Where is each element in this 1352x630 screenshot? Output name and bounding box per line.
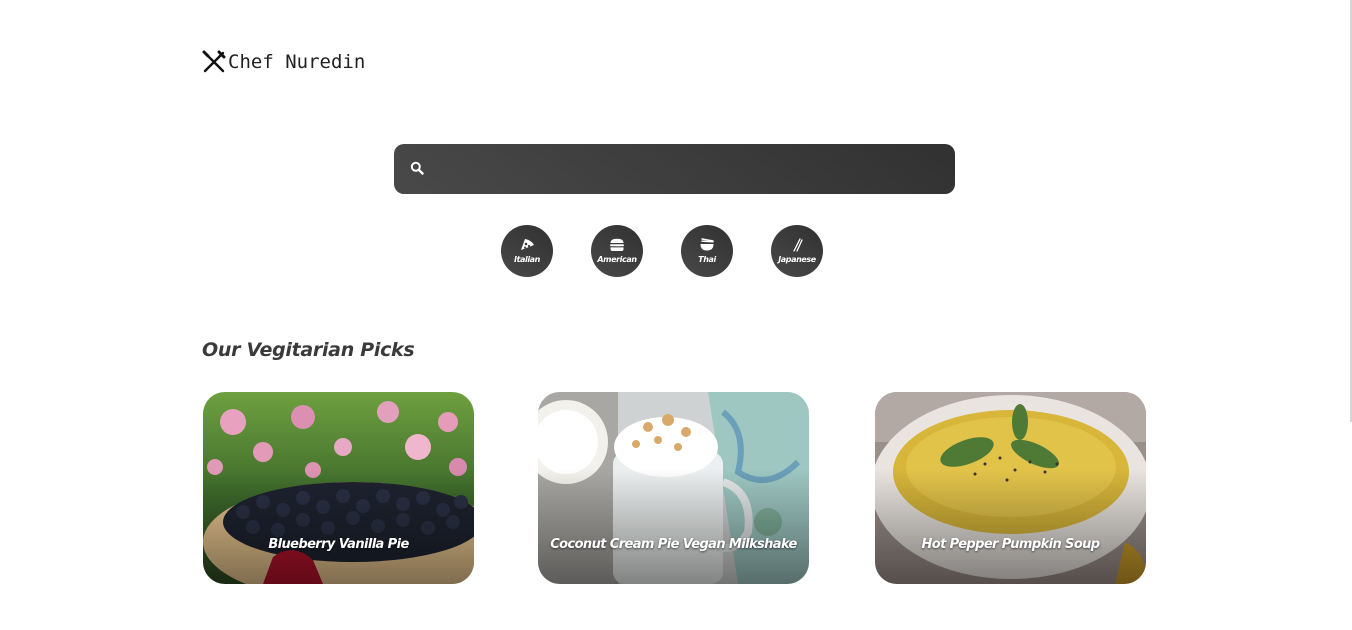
card-overlay: [538, 392, 809, 584]
brand-name: Chef Nuredin: [228, 51, 366, 73]
cuisine-list: Italian American Thai Japanese: [501, 225, 823, 277]
card-overlay: [875, 392, 1146, 584]
brand-logo[interactable]: Chef Nuredin: [202, 50, 365, 74]
cuisine-american[interactable]: American: [591, 225, 643, 277]
cuisine-japanese[interactable]: Japanese: [771, 225, 823, 277]
noodle-bowl-icon: [699, 238, 715, 255]
recipe-card[interactable]: Blueberry Vanilla Pie: [203, 392, 474, 584]
cuisine-label: Japanese: [778, 255, 816, 264]
recipe-card[interactable]: Coconut Cream Pie Vegan Milkshake: [538, 392, 809, 584]
cuisine-label: Thai: [698, 255, 716, 264]
burger-icon: [609, 238, 625, 255]
page: Chef Nuredin Italian American Thai Japan…: [0, 0, 1352, 630]
section-title: Our Vegitarian Picks: [202, 339, 415, 361]
recipe-title: Coconut Cream Pie Vegan Milkshake: [550, 537, 797, 552]
search-bar[interactable]: [394, 144, 955, 194]
cuisine-label: Italian: [514, 255, 540, 264]
recipe-card[interactable]: Hot Pepper Pumpkin Soup: [875, 392, 1146, 584]
cuisine-label: American: [597, 255, 637, 264]
search-icon: [410, 160, 424, 179]
cuisine-thai[interactable]: Thai: [681, 225, 733, 277]
chopsticks-icon: [789, 238, 805, 255]
recipe-title: Blueberry Vanilla Pie: [268, 537, 409, 552]
search-input[interactable]: [424, 144, 955, 194]
pizza-icon: [519, 238, 535, 255]
cuisine-italian[interactable]: Italian: [501, 225, 553, 277]
recipe-title: Hot Pepper Pumpkin Soup: [921, 537, 1100, 552]
fork-knife-icon: [202, 50, 226, 74]
card-overlay: [203, 392, 474, 584]
